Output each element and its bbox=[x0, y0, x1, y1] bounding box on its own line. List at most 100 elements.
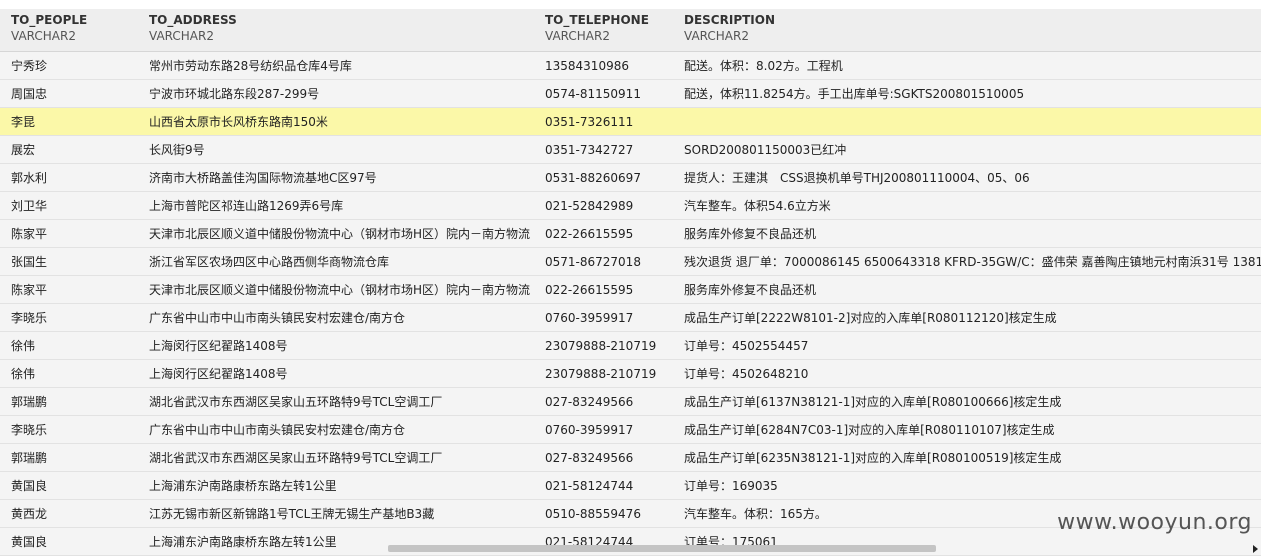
cell-to-people[interactable]: 陈家平 bbox=[0, 281, 138, 298]
cell-to-people[interactable]: 郭水利 bbox=[0, 169, 138, 186]
cell-to-address[interactable]: 浙江省军区农场四区中心路西侧华商物流仓库 bbox=[138, 253, 534, 270]
cell-to-people[interactable]: 郭瑞鹏 bbox=[0, 393, 138, 410]
table-row[interactable]: 宁秀珍 常州市劳动东路28号纺织品仓库4号库 13584310986 配送。体积：8.… bbox=[0, 52, 1261, 80]
cell-description[interactable]: 配送，体积11.8254方。手工出库单号:SGKTS200801510005 bbox=[673, 85, 1261, 102]
cell-to-address[interactable]: 湖北省武汉市东西湖区吴家山五环路特9号TCL空调工厂 bbox=[138, 393, 534, 410]
cell-to-people[interactable]: 周国忠 bbox=[0, 85, 138, 102]
table-row[interactable]: 郭瑞鹏 湖北省武汉市东西湖区吴家山五环路特9号TCL空调工厂 027-8324956… bbox=[0, 388, 1261, 416]
cell-to-people[interactable]: 黄国良 bbox=[0, 477, 138, 494]
table-row[interactable]: 黄国良 上海浦东沪南路康桥东路左转1公里 021-58124744 订单号：16903… bbox=[0, 472, 1261, 500]
cell-to-telephone[interactable]: 0531-88260697 bbox=[534, 171, 673, 185]
cell-description[interactable]: 残次退货 退厂单：7000086145 6500643318 KFRD-35GW… bbox=[673, 253, 1261, 270]
cell-to-address[interactable]: 广东省中山市中山市南头镇民安村宏建仓/南方仓 bbox=[138, 309, 534, 326]
cell-to-telephone[interactable]: 0574-81150911 bbox=[534, 87, 673, 101]
cell-to-telephone[interactable]: 027-83249566 bbox=[534, 395, 673, 409]
cell-to-telephone[interactable]: 022-26615595 bbox=[534, 227, 673, 241]
column-header-description[interactable]: DESCRIPTION VARCHAR2 bbox=[673, 9, 1261, 51]
column-type: VARCHAR2 bbox=[149, 29, 214, 43]
cell-to-telephone[interactable]: 0571-86727018 bbox=[534, 255, 673, 269]
column-header-to-people[interactable]: TO_PEOPLE VARCHAR2 bbox=[0, 9, 138, 51]
cell-to-people[interactable]: 徐伟 bbox=[0, 365, 138, 382]
table-row[interactable]: 展宏 长风街9号 0351-7342727 SORD200801150003已红冲 bbox=[0, 136, 1261, 164]
cell-to-telephone[interactable]: 13584310986 bbox=[534, 59, 673, 73]
cell-to-address[interactable]: 上海闵行区纪翟路1408号 bbox=[138, 337, 534, 354]
cell-to-telephone[interactable]: 022-26615595 bbox=[534, 283, 673, 297]
table-row[interactable]: 李晓乐 广东省中山市中山市南头镇民安村宏建仓/南方仓 0760-3959917 成品生… bbox=[0, 416, 1261, 444]
cell-to-people[interactable]: 张国生 bbox=[0, 253, 138, 270]
cell-description[interactable]: 服务库外修复不良品还机 bbox=[673, 225, 1261, 242]
cell-to-address[interactable]: 长风街9号 bbox=[138, 141, 534, 158]
cell-to-telephone[interactable]: 0351-7342727 bbox=[534, 143, 673, 157]
cell-to-address[interactable]: 上海市普陀区祁连山路1269弄6号库 bbox=[138, 197, 534, 214]
cell-to-telephone[interactable]: 0760-3959917 bbox=[534, 311, 673, 325]
cell-to-address[interactable]: 江苏无锡市新区新锦路1号TCL王牌无锡生产基地B3藏 bbox=[138, 505, 534, 522]
cell-to-telephone[interactable]: 027-83249566 bbox=[534, 451, 673, 465]
table-row[interactable]: 郭瑞鹏 湖北省武汉市东西湖区吴家山五环路特9号TCL空调工厂 027-8324956… bbox=[0, 444, 1261, 472]
results-grid: TO_PEOPLE VARCHAR2 TO_ADDRESS VARCHAR2 T… bbox=[0, 9, 1261, 556]
cell-to-people[interactable]: 黄西龙 bbox=[0, 505, 138, 522]
column-name: DESCRIPTION bbox=[684, 13, 776, 27]
cell-to-address[interactable]: 常州市劳动东路28号纺织品仓库4号库 bbox=[138, 57, 534, 74]
cell-to-telephone[interactable]: 021-58124744 bbox=[534, 479, 673, 493]
cell-to-telephone[interactable]: 23079888-210719 bbox=[534, 367, 673, 381]
cell-to-people[interactable]: 徐伟 bbox=[0, 337, 138, 354]
cell-to-people[interactable]: 李昆 bbox=[0, 113, 138, 130]
cell-to-telephone[interactable]: 23079888-210719 bbox=[534, 339, 673, 353]
cell-to-people[interactable]: 黄国良 bbox=[0, 533, 138, 550]
cell-description[interactable]: 订单号：4502554457 bbox=[673, 337, 1261, 354]
cell-to-people[interactable]: 李晓乐 bbox=[0, 309, 138, 326]
table-row[interactable]: 李昆 山西省太原市长风桥东路南150米 0351-7326111 bbox=[0, 108, 1261, 136]
cell-to-address[interactable]: 上海闵行区纪翟路1408号 bbox=[138, 365, 534, 382]
table-row[interactable]: 刘卫华 上海市普陀区祁连山路1269弄6号库 021-52842989 汽车整车。体积… bbox=[0, 192, 1261, 220]
cell-description[interactable]: 配送。体积：8.02方。工程机 bbox=[673, 57, 1261, 74]
cell-description[interactable]: 成品生产订单[6235N38121-1]对应的入库单[R080100519]核定… bbox=[673, 449, 1261, 466]
cell-description[interactable]: 订单号：4502648210 bbox=[673, 365, 1261, 382]
cell-to-people[interactable]: 陈家平 bbox=[0, 225, 138, 242]
column-name: TO_TELEPHONE bbox=[545, 13, 649, 27]
cell-description[interactable]: 订单号：169035 bbox=[673, 477, 1261, 494]
table-row[interactable]: 徐伟 上海闵行区纪翟路1408号 23079888-210719 订单号：450255… bbox=[0, 332, 1261, 360]
cell-to-telephone[interactable]: 021-52842989 bbox=[534, 199, 673, 213]
table-row[interactable]: 陈家平 天津市北辰区顺义道中储股份物流中心（钢材市场H区）院内－南方物流 022-2… bbox=[0, 220, 1261, 248]
cell-description[interactable]: 成品生产订单[6137N38121-1]对应的入库单[R080100666]核定… bbox=[673, 393, 1261, 410]
top-strip bbox=[0, 0, 1261, 9]
column-header-to-telephone[interactable]: TO_TELEPHONE VARCHAR2 bbox=[534, 9, 673, 51]
column-type: VARCHAR2 bbox=[684, 29, 749, 43]
cell-description[interactable]: 提货人：王建淇 CSS退换机单号THJ200801110004、05、06 bbox=[673, 169, 1261, 186]
column-name: TO_ADDRESS bbox=[149, 13, 237, 27]
column-name: TO_PEOPLE bbox=[11, 13, 88, 27]
cell-to-people[interactable]: 郭瑞鹏 bbox=[0, 449, 138, 466]
cell-to-telephone[interactable]: 0510-88559476 bbox=[534, 507, 673, 521]
cell-description[interactable]: 汽车整车。体积54.6立方米 bbox=[673, 197, 1261, 214]
cell-description[interactable]: 成品生产订单[6284N7C03-1]对应的入库单[R080110107]核定生… bbox=[673, 421, 1261, 438]
cell-description[interactable]: 服务库外修复不良品还机 bbox=[673, 281, 1261, 298]
cell-to-address[interactable]: 宁波市环城北路东段287-299号 bbox=[138, 85, 534, 102]
cell-to-people[interactable]: 刘卫华 bbox=[0, 197, 138, 214]
table-row[interactable]: 周国忠 宁波市环城北路东段287-299号 0574-81150911 配送，体积11… bbox=[0, 80, 1261, 108]
cell-to-telephone[interactable]: 0351-7326111 bbox=[534, 115, 673, 129]
cell-to-address[interactable]: 天津市北辰区顺义道中储股份物流中心（钢材市场H区）院内－南方物流 bbox=[138, 225, 534, 242]
table-row[interactable]: 张国生 浙江省军区农场四区中心路西侧华商物流仓库 0571-86727018 残次退货… bbox=[0, 248, 1261, 276]
table-row[interactable]: 李晓乐 广东省中山市中山市南头镇民安村宏建仓/南方仓 0760-3959917 成品生… bbox=[0, 304, 1261, 332]
table-row[interactable]: 徐伟 上海闵行区纪翟路1408号 23079888-210719 订单号：450264… bbox=[0, 360, 1261, 388]
horizontal-scrollbar-thumb[interactable] bbox=[388, 545, 936, 552]
column-type: VARCHAR2 bbox=[545, 29, 610, 43]
cell-to-address[interactable]: 山西省太原市长风桥东路南150米 bbox=[138, 113, 534, 130]
cell-to-people[interactable]: 展宏 bbox=[0, 141, 138, 158]
grid-header: TO_PEOPLE VARCHAR2 TO_ADDRESS VARCHAR2 T… bbox=[0, 9, 1261, 52]
cell-to-telephone[interactable]: 0760-3959917 bbox=[534, 423, 673, 437]
grid-body: 宁秀珍 常州市劳动东路28号纺织品仓库4号库 13584310986 配送。体积：8.… bbox=[0, 52, 1261, 556]
cell-description[interactable]: SORD200801150003已红冲 bbox=[673, 141, 1261, 158]
column-header-to-address[interactable]: TO_ADDRESS VARCHAR2 bbox=[138, 9, 534, 51]
table-row[interactable]: 郭水利 济南市大桥路盖佳沟国际物流基地C区97号 0531-88260697 提货人：… bbox=[0, 164, 1261, 192]
cell-to-address[interactable]: 广东省中山市中山市南头镇民安村宏建仓/南方仓 bbox=[138, 421, 534, 438]
cell-to-address[interactable]: 湖北省武汉市东西湖区吴家山五环路特9号TCL空调工厂 bbox=[138, 449, 534, 466]
column-type: VARCHAR2 bbox=[11, 29, 76, 43]
cell-description[interactable]: 成品生产订单[2222W8101-2]对应的入库单[R080112120]核定生… bbox=[673, 309, 1261, 326]
cell-to-people[interactable]: 李晓乐 bbox=[0, 421, 138, 438]
table-row[interactable]: 陈家平 天津市北辰区顺义道中储股份物流中心（钢材市场H区）院内－南方物流 022-2… bbox=[0, 276, 1261, 304]
cell-to-address[interactable]: 天津市北辰区顺义道中储股份物流中心（钢材市场H区）院内－南方物流 bbox=[138, 281, 534, 298]
cell-to-people[interactable]: 宁秀珍 bbox=[0, 57, 138, 74]
cell-to-address[interactable]: 济南市大桥路盖佳沟国际物流基地C区97号 bbox=[138, 169, 534, 186]
cell-to-address[interactable]: 上海浦东沪南路康桥东路左转1公里 bbox=[138, 477, 534, 494]
